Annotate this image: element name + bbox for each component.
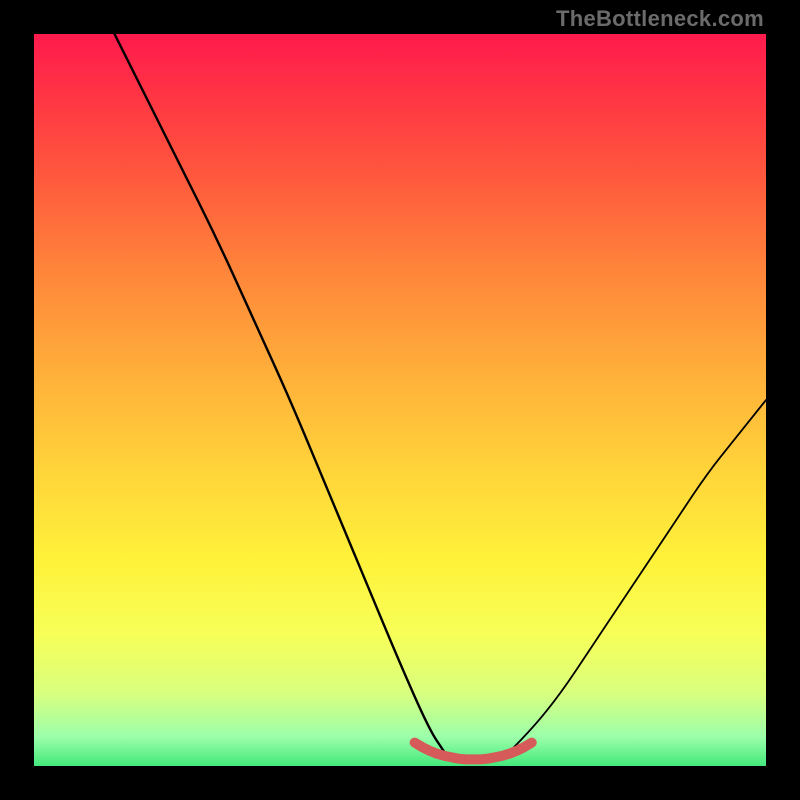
- attribution-label: TheBottleneck.com: [556, 6, 764, 32]
- chart-frame: TheBottleneck.com: [0, 0, 800, 800]
- curve-layer: [34, 34, 766, 766]
- curve-right-path: [510, 400, 766, 751]
- plot-area: [34, 34, 766, 766]
- bottom-marker-path: [415, 743, 532, 760]
- curve-left-path: [115, 34, 444, 751]
